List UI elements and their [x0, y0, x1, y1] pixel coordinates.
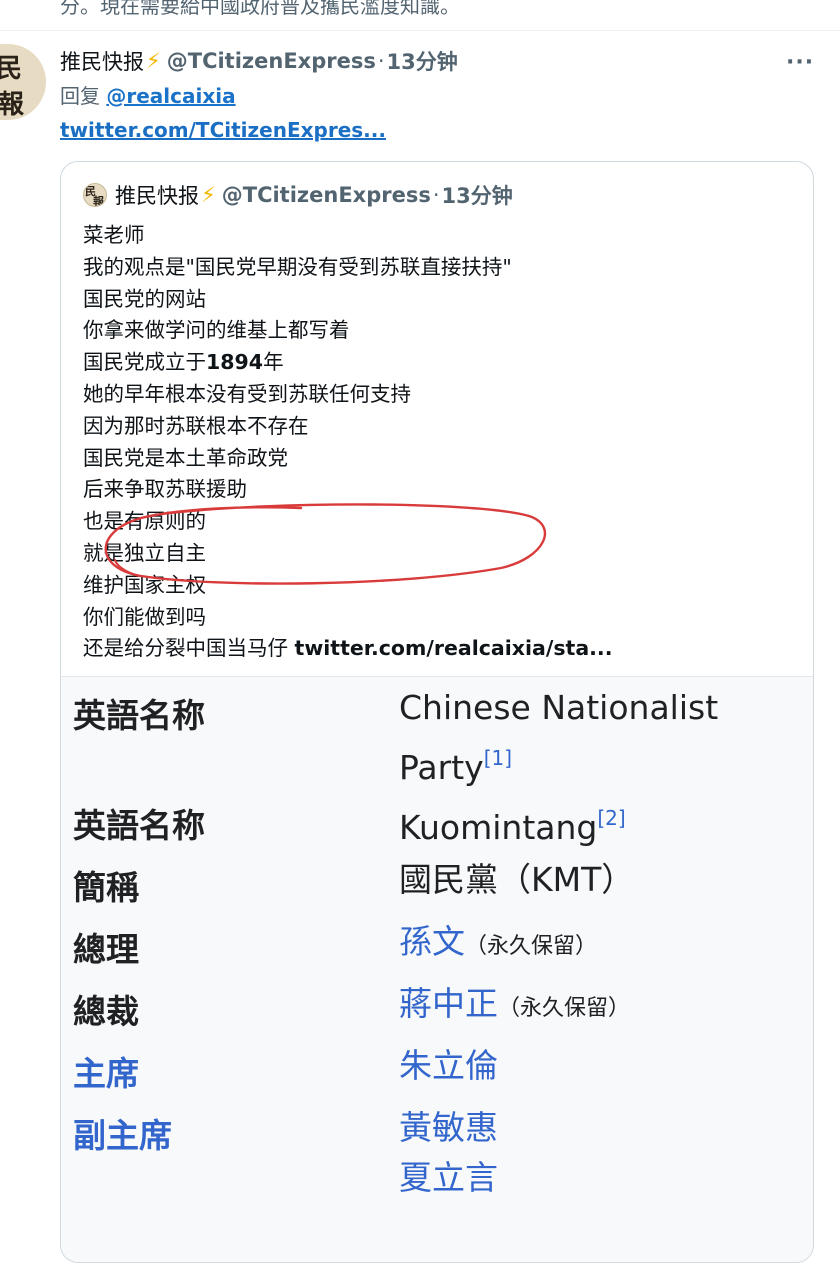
infobox-value: 黃敏惠 夏立言	[399, 1103, 498, 1203]
quoted-tweet-card[interactable]: 民 報 推民快报 ⚡ @TCitizenExpress · 13分钟 菜老师 我…	[60, 161, 814, 1263]
infobox-link[interactable]: 孫文	[399, 922, 465, 961]
infobox-label-link[interactable]: 主席	[73, 1047, 139, 1095]
infobox-link[interactable]: 朱立倫	[399, 1046, 498, 1085]
text-line-last: 还是给分裂中国当马仔 twitter.com/realcaixia/sta...	[83, 636, 613, 661]
tweet-link[interactable]: twitter.com/TCitizenExpres...	[60, 118, 386, 142]
avatar-char-1: 民	[0, 54, 23, 84]
founded-year: 1894	[206, 350, 264, 375]
quoted-author-handle: @TCitizenExpress	[221, 183, 431, 207]
infobox-label: 英語名称	[73, 696, 205, 735]
infobox-value: Kuomintang[2]	[399, 806, 626, 847]
text-line: 菜老师	[83, 223, 145, 247]
tweet-divider	[0, 30, 840, 31]
infobox-link[interactable]: 黃敏惠	[399, 1108, 498, 1147]
infobox-link[interactable]: 夏立言	[399, 1158, 498, 1197]
red-ellipse-annotation	[104, 503, 547, 585]
quoted-author-name: 推民快报	[115, 184, 199, 208]
text-line: 你们能做到吗	[83, 604, 206, 629]
infobox-value: 蔣中正（永久保留）	[399, 984, 631, 1023]
text-line: 我的观点是"国民党早期没有受到苏联直接扶持"	[83, 254, 512, 279]
infobox-value: 國民黨（KMT）	[399, 860, 635, 899]
infobox-value: 朱立倫	[399, 1041, 498, 1091]
infobox-link[interactable]: 蔣中正	[399, 984, 498, 1023]
separator-dot: ·	[432, 183, 440, 207]
separator-dot: ·	[377, 49, 385, 73]
quoted-author-avatar: 民 報	[83, 183, 107, 207]
author-avatar[interactable]: 民 報	[0, 44, 46, 120]
reference-link[interactable]: [1]	[484, 746, 512, 770]
quoted-tweet-timestamp: 13分钟	[441, 184, 513, 208]
more-options-icon[interactable]: ···	[786, 50, 814, 75]
text-line: 她的早年根本没有受到苏联任何支持	[83, 381, 411, 406]
text-line-founded: 国民党成立于1894年	[83, 350, 284, 375]
quoted-tweet-text: 菜老师 我的观点是"国民党早期没有受到苏联直接扶持" 国民党的网站 你拿来做学问…	[83, 220, 613, 665]
wikipedia-infobox-image: 英語名称 Chinese Nationalist Party[1] 英語名称 Ku…	[61, 676, 813, 1262]
tweet-timestamp[interactable]: 13分钟	[387, 46, 458, 76]
reply-context: 回复 @realcaixia	[60, 80, 236, 109]
text-line: 你拿来做学问的维基上都写着	[83, 318, 350, 343]
infobox-label: 總理	[73, 930, 139, 969]
quoted-tweet-link[interactable]: twitter.com/realcaixia/sta...	[295, 636, 613, 660]
infobox-label: 簡稱	[73, 868, 139, 907]
infobox-value: 孫文（永久保留）	[399, 922, 598, 961]
reply-to-link[interactable]: @realcaixia	[106, 84, 235, 108]
infobox-label: 英語名称	[73, 806, 205, 845]
reply-prefix: 回复	[60, 84, 100, 108]
text-line: 国民党的网站	[83, 286, 206, 311]
reference-link[interactable]: [2]	[597, 806, 625, 830]
quoted-tweet-header: 民 報 推民快报 ⚡ @TCitizenExpress · 13分钟	[83, 180, 513, 210]
text-line: 因为那时苏联根本不存在	[83, 413, 309, 438]
author-name[interactable]: 推民快报	[60, 46, 144, 76]
infobox-label-link[interactable]: 副主席	[73, 1109, 172, 1157]
avatar-char-2: 報	[0, 90, 25, 120]
text-line: 国民党是本土革命政党	[83, 445, 288, 470]
infobox-value: Chinese Nationalist Party[1]	[399, 688, 719, 787]
lightning-bolt-icon: ⚡	[146, 49, 161, 73]
lightning-bolt-icon: ⚡	[201, 183, 216, 207]
author-handle[interactable]: @TCitizenExpress	[167, 49, 376, 73]
infobox-label: 總裁	[73, 992, 139, 1031]
previous-tweet-text-fragment: 分。現在需要給中國政府普及攜民濫度知識。	[60, 0, 460, 18]
tweet-header: 推民快报 ⚡ @TCitizenExpress · 13分钟	[60, 44, 458, 78]
